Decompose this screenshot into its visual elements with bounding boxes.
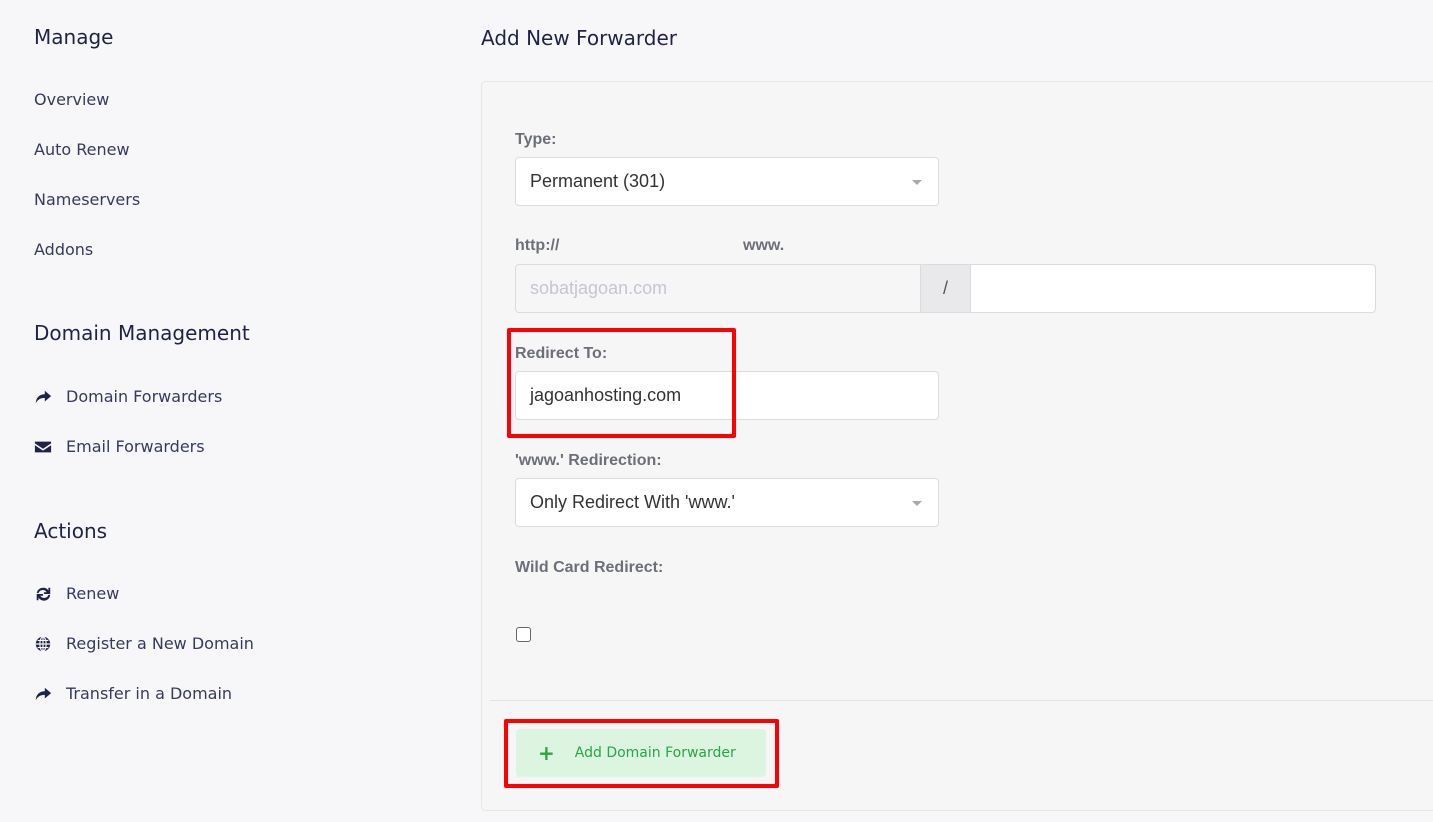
www-redirection-select[interactable]: Only Redirect With 'www.' [515, 478, 939, 527]
path-input[interactable] [970, 264, 1376, 313]
sidebar-item-auto-renew[interactable]: Auto Renew [34, 140, 130, 159]
chevron-down-icon [912, 180, 922, 185]
www-redirection-label: 'www.' Redirection: [515, 452, 662, 469]
sidebar-item-overview[interactable]: Overview [34, 90, 109, 109]
sidebar-item-nameservers[interactable]: Nameservers [34, 190, 140, 209]
sidebar-heading-actions: Actions [34, 519, 108, 543]
sidebar-item-transfer-domain[interactable]: Transfer in a Domain [34, 684, 232, 703]
sidebar-item-domain-forwarders[interactable]: Domain Forwarders [34, 387, 222, 406]
sidebar-item-register-domain[interactable]: Register a New Domain [34, 634, 254, 653]
sidebar-item-label: Email Forwarders [66, 437, 205, 456]
page-title: Add New Forwarder [481, 26, 678, 50]
http-label: http:// [515, 237, 560, 254]
type-label: Type: [515, 131, 557, 148]
wildcard-label: Wild Card Redirect: [515, 559, 664, 576]
sidebar-heading-manage: Manage [34, 25, 114, 49]
share-icon [35, 687, 52, 700]
sidebar-item-label: Domain Forwarders [66, 387, 223, 406]
highlight-box [504, 719, 779, 788]
chevron-down-icon [912, 501, 922, 506]
wildcard-checkbox[interactable] [516, 627, 531, 642]
sidebar-item-label: Renew [66, 584, 120, 603]
divider [490, 700, 1433, 701]
sidebar-item-addons[interactable]: Addons [34, 240, 93, 259]
www-label: www. [743, 237, 785, 254]
envelope-icon [34, 441, 52, 452]
type-select-value: Permanent (301) [530, 171, 666, 191]
slash-addon: / [920, 264, 971, 313]
share-icon [35, 390, 52, 403]
www-redirection-value: Only Redirect With 'www.' [530, 492, 735, 512]
type-select[interactable]: Permanent (301) [515, 157, 939, 206]
sidebar-item-renew[interactable]: Renew [34, 584, 119, 603]
sidebar-item-email-forwarders[interactable]: Email Forwarders [34, 437, 205, 456]
globe-icon [35, 635, 51, 652]
highlight-box [507, 328, 736, 438]
sidebar-heading-domain-management: Domain Management [34, 321, 250, 345]
sidebar-item-label: Register a New Domain [66, 634, 254, 653]
sidebar-item-label: Transfer in a Domain [66, 684, 233, 703]
refresh-icon [36, 587, 51, 601]
domain-field: sobatjagoan.com [515, 264, 921, 313]
